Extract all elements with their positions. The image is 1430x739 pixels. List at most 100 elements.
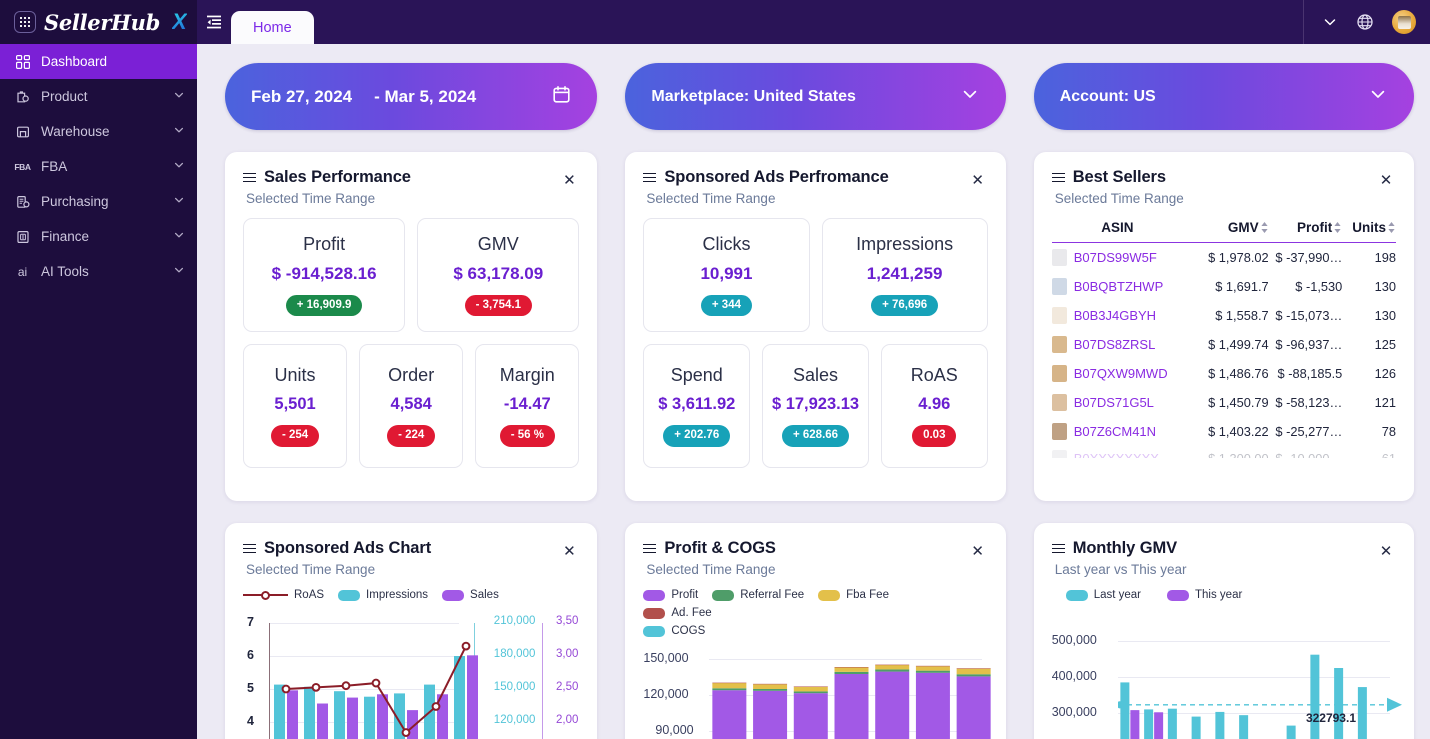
avatar[interactable]	[1392, 10, 1416, 34]
drag-handle-icon[interactable]	[243, 543, 256, 554]
drag-handle-icon[interactable]	[1051, 543, 1065, 554]
sidebar-item-product[interactable]: Product	[0, 79, 197, 114]
collapse-sidebar-icon[interactable]	[197, 0, 231, 44]
cell-profit: $ -58,123…	[1275, 395, 1343, 410]
card-sponsored-ads-chart: Sponsored Ads Chart Selected Time Range …	[225, 523, 598, 739]
kpi-gmv[interactable]: GMV $ 63,178.09 - 3,754.1	[417, 218, 580, 332]
chevron-down-icon[interactable]	[173, 124, 185, 139]
close-icon[interactable]: ✕	[1376, 541, 1396, 561]
close-icon[interactable]: ✕	[968, 541, 988, 561]
monthly-gmv-bars	[1117, 654, 1402, 739]
kpi-spend[interactable]: Spend $ 3,611.92 + 202.76	[643, 344, 751, 468]
sidebar-item-warehouse[interactable]: Warehouse	[0, 114, 197, 149]
sidebar-item-purchasing[interactable]: Purchasing	[0, 184, 197, 219]
legend-item-fba-fee[interactable]: Fba Fee	[818, 589, 889, 601]
chevron-down-icon[interactable]	[173, 264, 185, 279]
cell-units: 125	[1374, 337, 1396, 352]
drag-handle-icon[interactable]	[643, 172, 657, 183]
chevron-down-icon[interactable]	[173, 229, 185, 244]
sort-icon[interactable]	[1387, 221, 1396, 234]
sort-icon[interactable]	[1260, 221, 1269, 234]
column-header-profit[interactable]: Profit	[1269, 220, 1343, 235]
legend-item-profit[interactable]: Profit	[643, 589, 698, 601]
cell-gmv: $ 1,978.02	[1208, 250, 1269, 265]
legend-item-cogs[interactable]: COGS	[643, 625, 963, 637]
logo-zone[interactable]: SellerHub X	[0, 0, 197, 44]
table-row[interactable]: B07DS99W5F $ 1,978.02 $ -37,990… 198	[1051, 243, 1396, 272]
cell-gmv: $ 1,403.22	[1208, 424, 1269, 439]
chevron-down-icon[interactable]	[1368, 84, 1388, 109]
column-header-asin[interactable]: ASIN	[1052, 220, 1183, 235]
table-row[interactable]: B0B3J4GBYH $ 1,558.7 $ -15,073… 130	[1051, 301, 1396, 330]
legend-item-impressions[interactable]: Impressions	[338, 589, 428, 601]
account-select[interactable]: Account: US	[1033, 63, 1414, 130]
close-icon[interactable]: ✕	[559, 541, 579, 561]
calendar-icon[interactable]	[552, 85, 571, 109]
marketplace-select[interactable]: Marketplace: United States	[625, 63, 1006, 130]
sidebar-item-ai-tools[interactable]: ai AI Tools	[0, 254, 197, 289]
chevron-down-icon[interactable]	[173, 89, 185, 104]
kpi-sales[interactable]: Sales $ 17,923.13 + 628.66	[762, 344, 869, 468]
asin-link[interactable]: B0BQBTZHWP	[1074, 279, 1164, 294]
chevron-down-icon[interactable]	[960, 84, 980, 109]
kpi-roas[interactable]: RoAS 4.96 0.03	[880, 344, 988, 468]
table-row[interactable]: B07QXW9MWD $ 1,486.76 $ -88,185.5 126	[1051, 359, 1396, 388]
globe-icon[interactable]	[1356, 13, 1374, 31]
chevron-down-icon[interactable]	[173, 194, 185, 209]
asin-link[interactable]: B07DS99W5F	[1074, 250, 1157, 265]
close-icon[interactable]: ✕	[1376, 170, 1396, 190]
card-subtitle: Selected Time Range	[646, 562, 776, 577]
legend-item-roas[interactable]: RoAS	[243, 589, 324, 601]
asin-link[interactable]: B07DS71G5L	[1074, 395, 1154, 410]
legend-item-sales[interactable]: Sales	[442, 589, 499, 601]
sidebar-item-finance[interactable]: Finance	[0, 219, 197, 254]
column-header-units[interactable]: Units	[1342, 220, 1396, 235]
ytick-right1: 210,000	[493, 615, 536, 627]
asin-link[interactable]: B07DS8ZRSL	[1074, 337, 1156, 352]
kpi-impressions[interactable]: Impressions 1,241,259 + 76,696	[821, 218, 988, 332]
kpi-delta-badge: - 56 %	[499, 425, 555, 447]
asin-link[interactable]: B0B3J4GBYH	[1074, 308, 1156, 323]
brand-suffix: X	[172, 9, 187, 34]
table-row[interactable]: B07Z6CM41N $ 1,403.22 $ -25,277… 78	[1051, 417, 1396, 446]
product-thumbnail-icon	[1051, 365, 1067, 382]
date-range-picker[interactable]: Feb 27, 2024 - Mar 5, 2024	[225, 63, 598, 130]
legend-item-referral-fee[interactable]: Referral Fee	[712, 589, 804, 601]
table-row[interactable]: B07DS8ZRSL $ 1,499.74 $ -96,937… 125	[1051, 330, 1396, 359]
color-swatch	[1065, 589, 1088, 601]
kpi-delta-badge: + 16,909.9	[285, 294, 363, 317]
asin-link[interactable]: B07QXW9MWD	[1074, 366, 1168, 381]
asin-link[interactable]: B07Z6CM41N	[1074, 424, 1156, 439]
axis-line-right-2	[541, 623, 544, 739]
chevron-down-icon[interactable]	[173, 159, 185, 174]
sort-icon[interactable]	[1333, 221, 1342, 234]
cell-units: 130	[1374, 308, 1396, 323]
legend-label: Impressions	[366, 589, 429, 601]
legend-item-last-year[interactable]: Last year	[1065, 589, 1141, 601]
sidebar-item-fba[interactable]: FBA FBA	[0, 149, 197, 184]
drag-handle-icon[interactable]	[643, 543, 657, 554]
close-icon[interactable]: ✕	[968, 170, 988, 190]
legend-item-ad-fee[interactable]: Ad. Fee	[643, 607, 712, 619]
column-header-gmv[interactable]: GMV	[1183, 220, 1269, 235]
drag-handle-icon[interactable]	[243, 172, 256, 183]
tab-home[interactable]: Home	[231, 11, 314, 44]
drag-handle-icon[interactable]	[1051, 172, 1065, 183]
kpi-profit[interactable]: Profit $ -914,528.16 + 16,909.9	[243, 218, 406, 332]
legend-item-this-year[interactable]: This year	[1167, 589, 1242, 601]
table-row[interactable]: B07DS71G5L $ 1,450.79 $ -58,123… 121	[1051, 388, 1396, 417]
close-icon[interactable]: ✕	[559, 170, 579, 190]
card-profit-cogs: Profit & COGS Selected Time Range ✕ Prof…	[625, 523, 1006, 739]
kpi-margin[interactable]: Margin -14.47 - 56 %	[475, 344, 580, 468]
cards-row-bottom: Sponsored Ads Chart Selected Time Range …	[225, 523, 1414, 739]
chevron-down-icon[interactable]	[1322, 14, 1338, 30]
cell-units: 198	[1374, 250, 1396, 265]
kpi-units[interactable]: Units 5,501 - 254	[243, 344, 348, 468]
ytick-left: 5	[247, 681, 254, 695]
kpi-clicks[interactable]: Clicks 10,991 + 344	[643, 218, 810, 332]
kpi-order[interactable]: Order 4,584 - 224	[359, 344, 464, 468]
table-row[interactable]: B0BQBTZHWP $ 1,691.7 $ -1,530 130	[1051, 272, 1396, 301]
sidebar-item-dashboard[interactable]: Dashboard	[0, 44, 197, 79]
grid-icon[interactable]	[14, 11, 36, 33]
cell-asin: B0B3J4GBYH	[1051, 307, 1183, 324]
